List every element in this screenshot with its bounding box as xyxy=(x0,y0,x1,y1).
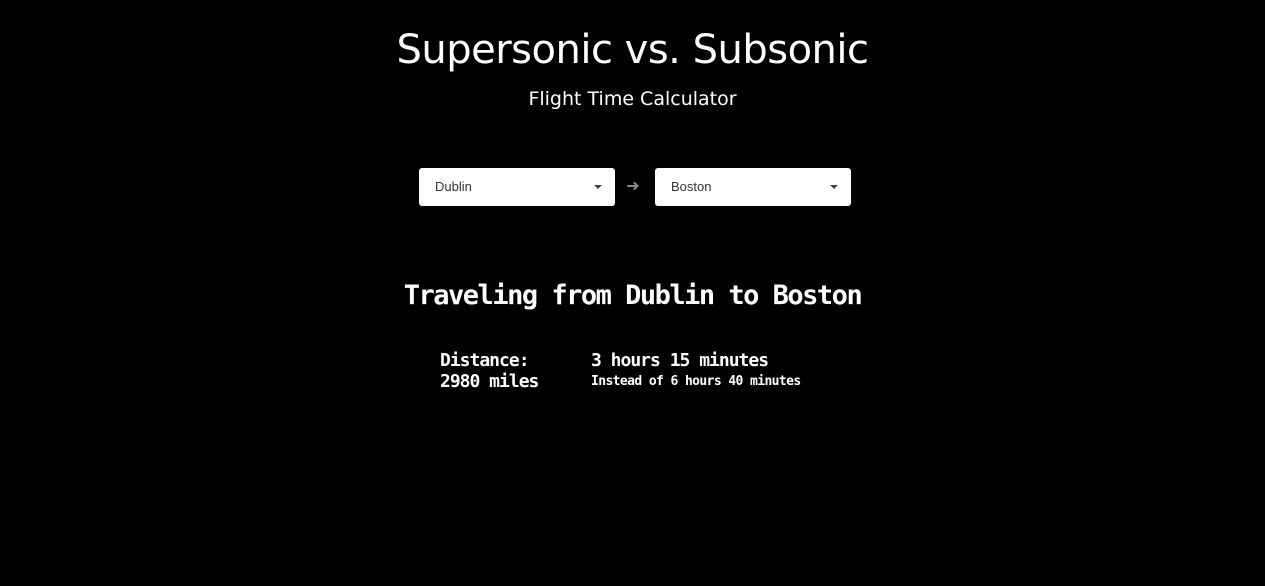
distance-value: 2980 miles xyxy=(440,371,539,392)
origin-city-select[interactable]: Dublin xyxy=(419,168,615,206)
destination-city-value: Boston xyxy=(671,179,712,194)
page-title: Supersonic vs. Subsonic xyxy=(396,27,869,73)
arrow-right-icon: ➜ xyxy=(626,176,640,195)
origin-city-value: Dublin xyxy=(435,179,472,194)
chevron-down-icon xyxy=(830,185,838,189)
subsonic-flight-time: Instead of 6 hours 40 minutes xyxy=(591,374,801,389)
distance-label: Distance: xyxy=(440,350,530,371)
page-subtitle: Flight Time Calculator xyxy=(528,88,737,110)
chevron-down-icon xyxy=(594,185,602,189)
route-heading: Traveling from Dublin to Boston xyxy=(403,280,863,311)
destination-city-select[interactable]: Boston xyxy=(655,168,851,206)
supersonic-flight-time: 3 hours 15 minutes xyxy=(591,350,769,371)
